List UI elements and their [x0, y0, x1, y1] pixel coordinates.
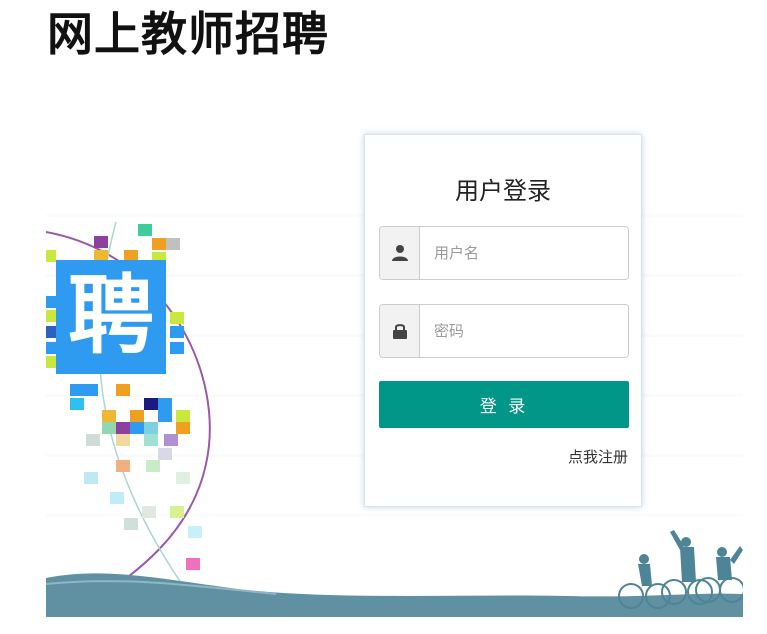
login-title: 用户登录: [455, 177, 551, 205]
recruit-badge-glyph: 聘: [68, 266, 154, 366]
username-group: [379, 226, 629, 280]
ground: [46, 573, 743, 617]
login-button[interactable]: 登 录: [379, 381, 629, 428]
lock-icon: [380, 305, 420, 357]
login-page: 网上教师招聘 聘 用户登录 用户名 登 录 点我注册: [0, 0, 767, 634]
site-title: 网上教师招聘: [47, 7, 329, 61]
user-icon: [380, 227, 420, 279]
password-input[interactable]: [420, 305, 628, 357]
login-panel: 用户登录 登 录 点我注册: [364, 134, 642, 507]
password-group: [379, 304, 629, 358]
username-input[interactable]: [420, 227, 628, 279]
register-link[interactable]: 点我注册: [568, 447, 628, 467]
cyclists-figures: [638, 530, 743, 586]
